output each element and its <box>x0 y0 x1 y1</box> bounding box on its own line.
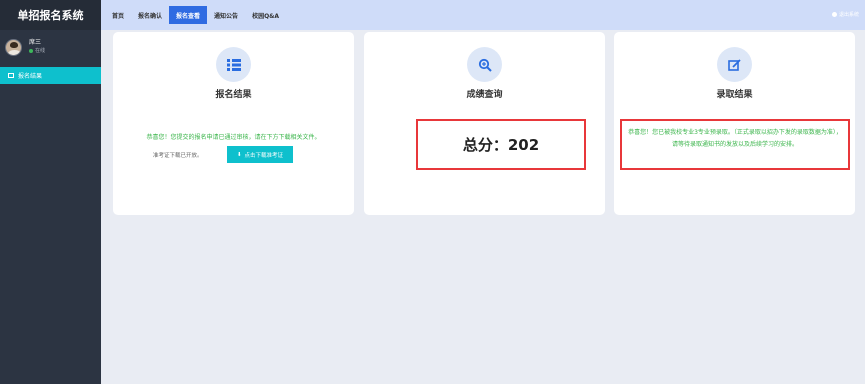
online-status-icon <box>29 49 33 53</box>
tab-notices[interactable]: 通知公告 <box>207 6 245 24</box>
download-admit-ticket-button[interactable]: ⬇ 点击下载准考证 <box>227 146 293 163</box>
admission-message: 恭喜您！您已被我校专业3专业预录取。（正式录取以招办下发的录取数据为准），请等待… <box>628 129 842 148</box>
logout-button[interactable]: 退出系统 <box>831 11 859 18</box>
total-score: 总分：202 <box>462 136 540 154</box>
approval-message: 恭喜您！您提交的报名申请已通过审核，请在下方下载相关文件。 <box>146 134 321 141</box>
user-status: 在线 <box>29 47 45 55</box>
user-panel: 席三 在线 <box>0 30 101 64</box>
tab-campus-qa[interactable]: 校园Q&A <box>245 6 286 24</box>
download-icon: ⬇ <box>236 151 242 158</box>
admit-ticket-label: 准考证下载已开放。 <box>153 153 203 159</box>
search-icon <box>467 47 502 82</box>
sidebar-item-icon <box>8 73 14 78</box>
list-icon <box>216 47 251 82</box>
power-icon <box>831 12 837 17</box>
user-info: 席三 在线 <box>29 39 45 55</box>
user-name: 席三 <box>29 39 42 46</box>
card-title: 录取结果 <box>716 90 753 100</box>
app-title: 单招报名系统 <box>0 0 101 30</box>
sidebar-item-registration-result[interactable]: 报名结果 <box>0 67 101 84</box>
admission-message-box: 恭喜您！您已被我校专业3专业预录取。（正式录取以招办下发的录取数据为准），请等待… <box>620 119 850 170</box>
avatar <box>5 38 22 56</box>
edit-icon <box>717 47 752 82</box>
tab-registration-view[interactable]: 报名查看 <box>169 6 208 24</box>
sidebar: 单招报名系统 席三 在线 报名结果 <box>0 0 101 384</box>
total-score-box: 总分：202 <box>416 119 586 170</box>
card-title: 成绩查询 <box>466 90 503 100</box>
sidebar-item-label: 报名结果 <box>18 73 43 80</box>
download-button-label: 点击下载准考证 <box>244 152 284 159</box>
tab-registration-confirm[interactable]: 报名确认 <box>131 6 169 24</box>
tab-home[interactable]: 首页 <box>105 6 131 24</box>
user-status-label: 在线 <box>35 48 46 54</box>
card-title: 报名结果 <box>215 90 252 100</box>
top-nav: 首页 报名确认 报名查看 通知公告 校园Q&A 退出系统 <box>101 0 865 30</box>
registration-result-card: 报名结果 恭喜您！您提交的报名申请已通过审核，请在下方下载相关文件。 准考证下载… <box>113 32 354 215</box>
logout-label: 退出系统 <box>838 12 859 18</box>
